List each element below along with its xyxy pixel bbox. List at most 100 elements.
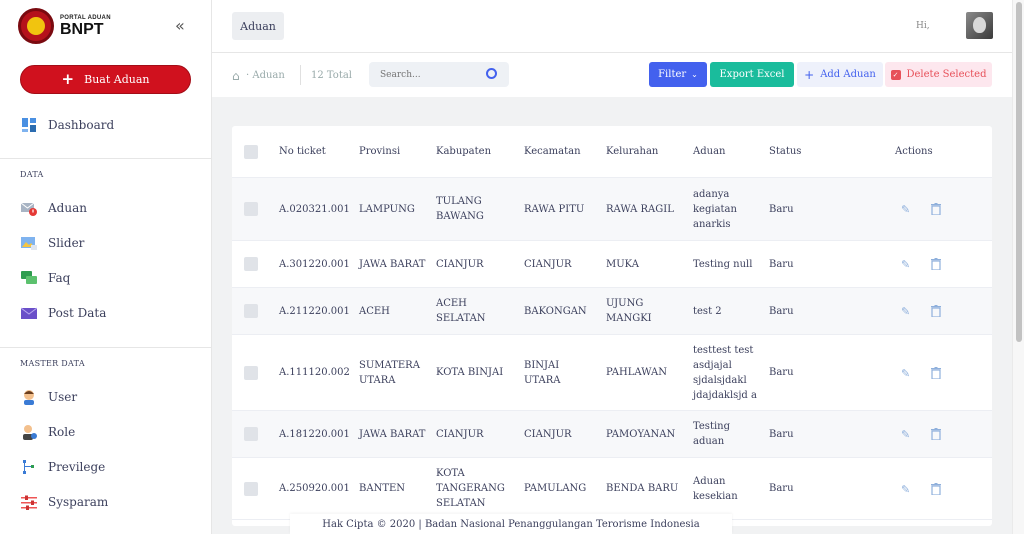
add-aduan-button[interactable]: + Add Aduan [797,62,883,87]
cell-status: Baru [769,305,794,317]
cell-provinsi: JAWA BARAT [359,258,426,270]
sidebar-item-faq[interactable]: Faq [21,270,70,286]
sidebar-item-user[interactable]: User [21,389,77,405]
total-count: 12 Total [311,70,352,81]
cell-kelurahan: RAWA RAGIL [606,203,674,215]
cell-kabupaten: ACEH SELATAN [436,298,486,324]
table-row[interactable]: A.301220.001 JAWA BARAT CIANJUR CIANJUR MUKA… [232,241,992,288]
brand-title: BNPT [60,20,104,38]
user-icon [21,389,37,405]
trash-icon[interactable] [931,258,941,273]
home-icon[interactable]: ⌂ [232,69,240,83]
cell-kecamatan: CIANJUR [524,258,572,270]
sidebar-item-aduan[interactable]: Aduan [20,200,87,216]
cell-ticket: A.211220.001 [279,305,350,317]
edit-icon[interactable]: ✎ [901,305,910,318]
cell-kelurahan: MUKA [606,258,639,270]
cell-status: Baru [769,203,794,215]
sidebar-item-label: Dashboard [48,118,115,132]
delete-selected-button[interactable]: ✓ Delete Selected [885,62,992,87]
cell-kelurahan: BENDA BARU [606,483,679,494]
brand[interactable]: PORTAL ADUAN BNPT [18,8,111,44]
select-all-checkbox[interactable] [244,144,258,159]
sidebar-item-label: Faq [48,271,71,285]
export-excel-button[interactable]: Export Excel [710,62,794,87]
create-aduan-button[interactable]: + Buat Aduan [20,65,191,94]
sidebar-item-label: Sysparam [48,495,109,509]
cell-aduan: adanya kegiatan anarkis [693,188,737,230]
edit-icon[interactable]: ✎ [901,203,910,216]
cell-aduan: Testing null [693,258,753,270]
header-status[interactable]: Status [769,126,801,177]
table-row[interactable]: A.181220.001 JAWA BARAT CIANJUR CIANJUR PAMO… [232,411,992,458]
trash-icon[interactable] [931,366,941,382]
footer: Hak Cipta © 2020 | Badan Nasional Penang… [290,514,732,534]
edit-icon[interactable]: ✎ [901,367,910,380]
sidebar-item-role[interactable]: Role [21,424,75,440]
topbar: Aduan Hi, [212,0,1012,53]
cell-kelurahan: PAMOYANAN [606,428,676,440]
cell-provinsi: ACEH [359,305,390,317]
header-kelurahan[interactable]: Kelurahan [606,126,658,177]
table-row[interactable]: A.250920.001 BANTEN KOTA TANGERANG SELATAN… [232,458,992,520]
header-provinsi[interactable]: Provinsi [359,126,400,177]
cell-kecamatan: PAMULANG [524,483,587,494]
row-checkbox[interactable] [244,202,258,216]
sidebar-item-dashboard[interactable]: Dashboard [21,117,114,133]
brand-subtitle: PORTAL ADUAN [60,14,111,21]
row-checkbox[interactable] [244,257,258,271]
section-title-master-data: MASTER DATA [20,359,85,368]
collapse-sidebar-icon[interactable]: « [175,16,185,35]
cell-provinsi: BANTEN [359,483,406,494]
tab-aduan[interactable]: Aduan [232,12,284,40]
sidebar-item-label: Slider [48,236,85,250]
row-checkbox[interactable] [244,365,258,380]
search-icon[interactable] [486,68,497,79]
filter-button[interactable]: Filter ⌄ [649,62,707,87]
row-checkbox[interactable] [244,427,258,441]
header-kabupaten[interactable]: Kabupaten [436,126,491,177]
envelope-icon [20,305,38,321]
cell-status: Baru [769,367,794,378]
header-aduan[interactable]: Aduan [693,126,725,177]
table-row[interactable]: A.111120.002 SUMATERA UTARA KOTA BINJAI BIN… [232,335,992,411]
sidebar-item-post-data[interactable]: Post Data [20,305,106,321]
table-row[interactable]: A.020321.001 LAMPUNG TULANG BAWANG RAWA PIT… [232,178,992,241]
cell-status: Baru [769,483,794,494]
cell-ticket: A.250920.001 [279,483,350,494]
row-checkbox[interactable] [244,304,258,318]
sidebar-item-slider[interactable]: Slider [21,235,84,251]
sliders-icon [21,494,37,510]
trash-icon[interactable] [931,305,941,320]
create-aduan-label: Buat Aduan [84,73,150,86]
cell-kecamatan: BINJAI UTARA [524,359,561,386]
trash-icon[interactable] [931,428,941,443]
section-title-data: DATA [20,170,44,179]
role-icon [21,424,37,440]
avatar[interactable] [966,12,993,39]
cell-ticket: A.111120.002 [279,367,350,378]
trash-icon[interactable] [931,482,941,498]
sidebar: PORTAL ADUAN BNPT « + Buat Aduan Dashboa… [0,0,212,534]
plus-icon: + [804,67,815,82]
cell-provinsi: LAMPUNG [359,203,415,215]
edit-icon[interactable]: ✎ [901,483,910,496]
sidebar-item-sysparam[interactable]: Sysparam [21,494,108,510]
row-checkbox[interactable] [244,481,258,496]
header-ticket[interactable]: No ticket [279,126,326,177]
cell-status: Baru [769,428,794,440]
sidebar-item-label: User [48,390,78,404]
cell-kelurahan: PAHLAWAN [606,367,667,378]
edit-icon[interactable]: ✎ [901,428,910,441]
page-scrollbar[interactable] [1012,0,1024,534]
header-kecamatan[interactable]: Kecamatan [524,126,581,177]
greeting: Hi, [916,21,930,31]
plus-icon: + [61,70,75,88]
header-actions: Actions [895,146,933,157]
table-row[interactable]: A.211220.001 ACEH ACEH SELATAN BAKONGAN UJUN… [232,288,992,335]
image-icon [21,235,37,251]
edit-icon[interactable]: ✎ [901,258,910,271]
trash-icon[interactable] [931,203,941,218]
cell-kabupaten: TULANG BAWANG [436,196,484,222]
sidebar-item-previlege[interactable]: Previlege [21,459,105,475]
